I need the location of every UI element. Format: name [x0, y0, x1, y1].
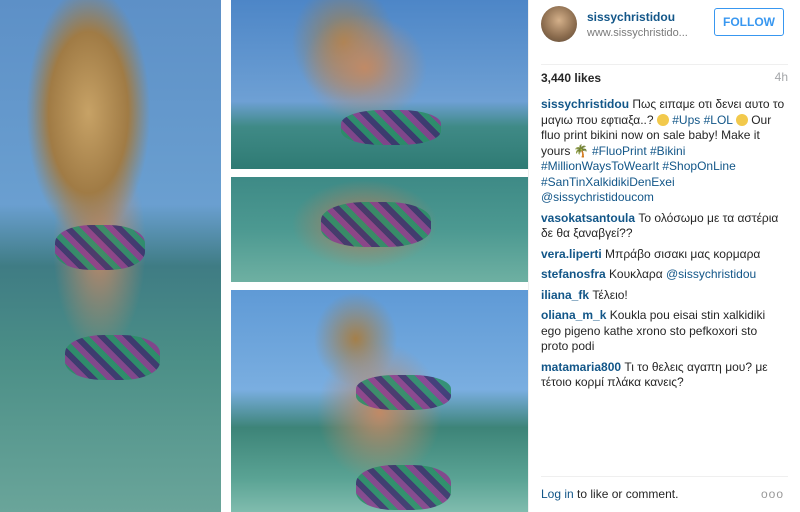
more-options-icon[interactable]: ooo — [761, 487, 784, 501]
post-header: sissychristidou www.sissychristido... FO… — [529, 0, 800, 44]
comment-text: Μπράβο σισακι μας κορμαρα — [605, 246, 761, 261]
likes-count[interactable]: 3,440 likes — [541, 71, 601, 85]
comment-username[interactable]: vera.liperti — [541, 247, 602, 261]
likes-row: 3,440 likes 4h — [541, 64, 788, 91]
caption: sissychristidou Πως ειπαμε οτι δενει αυτ… — [541, 97, 786, 206]
comment-username[interactable]: stefanosfra — [541, 267, 606, 281]
comment-username[interactable]: matamaria800 — [541, 360, 621, 374]
comment-username[interactable]: vasokatsantoula — [541, 211, 635, 225]
photo-bottom-right — [231, 290, 528, 512]
hashtag-lol[interactable]: #LOL — [704, 113, 733, 127]
laughing-emoji-icon — [735, 113, 748, 126]
photo-top-right — [231, 0, 528, 169]
comment-text: Κουκλαρα — [609, 267, 663, 281]
comment-username[interactable]: oliana_m_k — [541, 308, 606, 322]
post-footer: Log in to like or comment. ooo — [541, 476, 788, 501]
caption-mention[interactable]: @sissychristidoucom — [541, 190, 654, 204]
avatar[interactable] — [541, 6, 577, 42]
website-link[interactable]: www.sissychristido... — [587, 27, 688, 39]
comment: stefanosfra Κουκλαρα @sissychristidou — [541, 267, 786, 283]
comment: vasokatsantoula Το ολόσωμο με τα αστέρια… — [541, 211, 786, 242]
post-photo-collage[interactable] — [0, 0, 528, 512]
comment-username[interactable]: iliana_fk — [541, 288, 589, 302]
hashtag-ups[interactable]: #Ups — [672, 113, 700, 127]
comment: iliana_fk Τέλειο! — [541, 288, 786, 304]
username-link[interactable]: sissychristidou — [587, 10, 688, 24]
photo-left — [0, 0, 221, 512]
photo-middle-right — [231, 177, 528, 282]
palm-tree-icon: 🌴 — [573, 143, 589, 158]
comment: matamaria800 Τι το θελεις αγαπη μου? με … — [541, 360, 786, 391]
follow-button[interactable]: FOLLOW — [714, 8, 784, 36]
post-time[interactable]: 4h — [775, 70, 788, 84]
comment: oliana_m_k Koukla pou eisai stin xalkidi… — [541, 308, 786, 355]
instagram-post: sissychristidou www.sissychristido... FO… — [0, 0, 800, 512]
caption-hashtags[interactable]: #FluoPrint #Bikini #MillionWaysToWearIt … — [541, 144, 736, 189]
login-prompt-text: to like or comment. — [573, 487, 679, 501]
login-link[interactable]: Log in — [541, 487, 574, 501]
comments-list: sissychristidou Πως ειπαμε οτι δενει αυτ… — [541, 97, 786, 396]
comment-text: Τέλειο! — [592, 287, 628, 302]
comment: vera.liperti Μπράβο σισακι μας κορμαρα — [541, 247, 786, 263]
grin-emoji-icon — [656, 113, 669, 126]
post-sidebar: sissychristidou www.sissychristido... FO… — [528, 0, 800, 512]
caption-username[interactable]: sissychristidou — [541, 97, 629, 111]
comment-mention[interactable]: @sissychristidou — [666, 267, 756, 281]
